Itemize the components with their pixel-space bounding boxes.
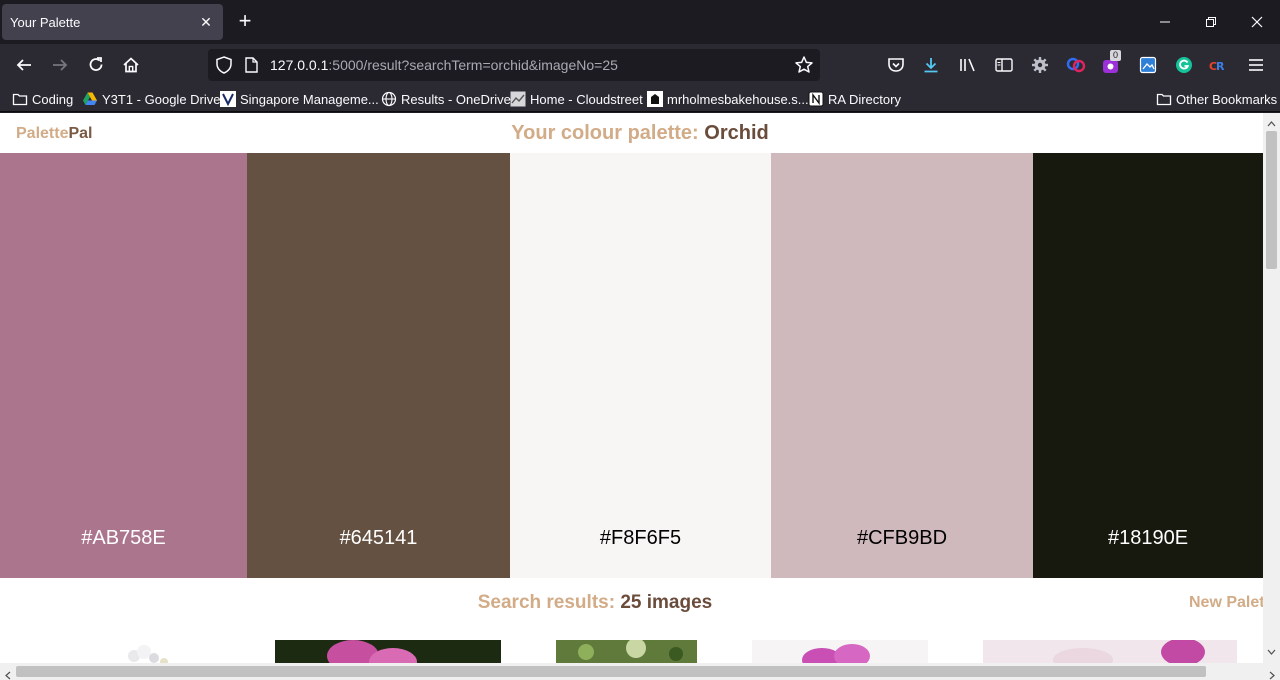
pocket-icon[interactable]	[884, 53, 908, 77]
cloudstreet-icon	[510, 91, 526, 107]
color-swatch[interactable]: #18190E	[1033, 153, 1263, 578]
tab-your-palette[interactable]: Your Palette ✕	[2, 4, 223, 40]
home-icon[interactable]	[117, 51, 145, 79]
result-image[interactable]	[275, 640, 501, 663]
bookmark-ra-directory[interactable]: RA Directory	[808, 90, 901, 108]
page-title: Your colour palette: Orchid	[511, 122, 769, 144]
bookmarks-toolbar: Coding Y3T1 - Google Drive Singapore Man…	[0, 86, 1280, 112]
url-text[interactable]: 127.0.0.1:5000/result?searchTerm=orchid&…	[270, 57, 618, 73]
navigation-toolbar: 127.0.0.1:5000/result?searchTerm=orchid&…	[0, 44, 1280, 86]
color-swatch[interactable]: #CFB9BD	[771, 153, 1033, 578]
smu-logo-icon	[220, 91, 236, 107]
address-bar[interactable]: 127.0.0.1:5000/result?searchTerm=orchid&…	[208, 49, 820, 81]
new-tab-button[interactable]: +	[234, 10, 256, 32]
swatch-hex: #18190E	[1107, 527, 1189, 549]
extension-badge-icon[interactable]: 0	[1100, 50, 1124, 77]
color-swatch[interactable]: #F8F6F5	[510, 153, 771, 578]
other-bookmarks[interactable]: Other Bookmarks	[1156, 90, 1277, 108]
page-viewport: PalettePal Your colour palette: Orchid #…	[0, 113, 1280, 680]
forward-arrow-icon[interactable]	[46, 51, 74, 79]
colorzilla-icon[interactable]: CR	[1207, 53, 1231, 77]
bookmark-smu[interactable]: Singapore Manageme...	[220, 90, 379, 108]
reload-icon[interactable]	[82, 51, 110, 79]
bookmark-google-drive[interactable]: Y3T1 - Google Drive	[82, 90, 221, 108]
swatch-hex: #AB758E	[81, 527, 166, 549]
library-icon[interactable]	[956, 53, 980, 77]
palette-swatches: #AB758E #645141 #F8F6F5 #CFB9BD #18190E	[0, 153, 1263, 578]
scrollbar-thumb[interactable]	[1266, 131, 1277, 269]
notion-icon	[808, 91, 824, 107]
back-arrow-icon[interactable]	[10, 51, 38, 79]
swatch-hex: #CFB9BD	[856, 527, 948, 549]
bookmark-mrholmes[interactable]: mrholmesbakehouse.s...	[647, 90, 809, 108]
bookmark-onedrive[interactable]: Results - OneDrive	[381, 90, 511, 108]
grammarly-icon[interactable]	[1172, 53, 1196, 77]
bookmark-coding[interactable]: Coding	[12, 90, 73, 108]
close-window-icon[interactable]	[1234, 8, 1280, 36]
mrholmes-icon	[647, 91, 663, 107]
restore-icon[interactable]	[1188, 8, 1234, 36]
google-drive-icon	[82, 91, 98, 107]
link-extension-icon[interactable]	[1064, 53, 1088, 77]
folder-icon	[12, 91, 28, 107]
color-swatch[interactable]: #AB758E	[0, 153, 247, 578]
settings-gear-icon[interactable]	[1028, 53, 1052, 77]
shield-icon[interactable]	[216, 56, 232, 77]
page-info-icon[interactable]	[244, 57, 258, 76]
color-swatch[interactable]: #645141	[247, 153, 510, 578]
search-results-heading: Search results: 25 images	[477, 592, 713, 613]
result-image[interactable]	[983, 640, 1237, 663]
extension-badge-count: 0	[1110, 50, 1122, 61]
swatch-hex: #F8F6F5	[599, 527, 682, 549]
result-image[interactable]	[112, 640, 176, 663]
folder-icon	[1156, 91, 1172, 107]
scroll-down-icon[interactable]	[1267, 643, 1276, 661]
scrollbar-thumb[interactable]	[16, 666, 1206, 677]
scroll-up-icon[interactable]	[1267, 115, 1276, 133]
menu-hamburger-icon[interactable]	[1244, 53, 1268, 77]
horizontal-scrollbar[interactable]	[0, 663, 1280, 680]
screenshot-extension-icon[interactable]	[1136, 53, 1160, 77]
tab-strip: Your Palette ✕ +	[0, 0, 1280, 44]
globe-icon	[381, 91, 397, 107]
minimize-icon[interactable]	[1142, 8, 1188, 36]
new-palette-link[interactable]: New Palet	[1189, 594, 1265, 612]
downloads-icon[interactable]	[919, 53, 943, 77]
scroll-left-icon[interactable]	[4, 667, 12, 680]
bookmark-cloudstreet[interactable]: Home - Cloudstreet	[510, 90, 643, 108]
result-image[interactable]	[556, 640, 697, 663]
tab-close-icon[interactable]: ✕	[197, 13, 215, 31]
scroll-right-icon[interactable]	[1268, 667, 1276, 680]
bookmark-star-icon[interactable]	[794, 55, 814, 78]
tab-title: Your Palette	[10, 14, 81, 30]
vertical-scrollbar[interactable]	[1263, 113, 1280, 663]
svg-text:R: R	[1216, 60, 1225, 72]
sidebar-icon[interactable]	[992, 53, 1016, 77]
swatch-hex: #645141	[339, 527, 418, 549]
result-image[interactable]	[752, 640, 928, 663]
